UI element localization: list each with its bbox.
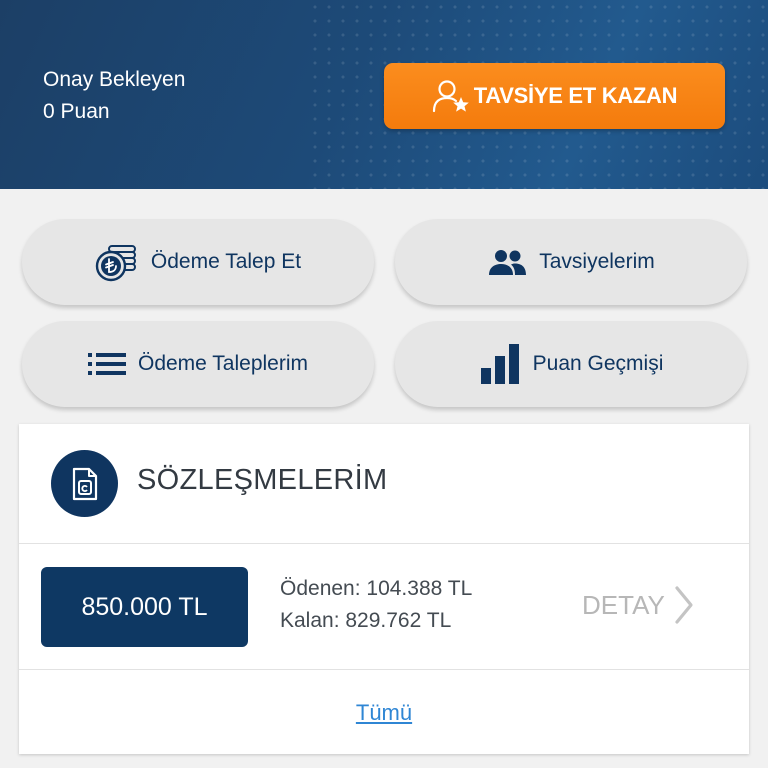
header-banner: Onay Bekleyen 0 Puan TAVSİYE ET KAZAN [0,0,768,189]
request-payment-button[interactable]: Ödeme Talep Et [22,219,374,305]
contract-detail-link[interactable]: DETAY [582,585,695,625]
points-history-label: Puan Geçmişi [532,352,664,375]
users-icon [487,248,527,276]
bar-chart-icon [479,344,521,384]
document-icon [51,450,118,517]
refer-button-label: TAVSİYE ET KAZAN [473,83,678,108]
user-star-icon [432,80,469,113]
chevron-right-icon [675,586,693,624]
contracts-header: SÖZLEŞMELERİM [19,424,749,544]
pending-label: Onay Bekleyen [43,68,186,91]
my-payment-requests-label: Ödeme Taleplerim [137,352,309,375]
my-payment-requests-button[interactable]: Ödeme Taleplerim [22,321,374,407]
pending-points: 0 Puan [43,100,110,123]
view-all-contracts-link[interactable]: Tümü [19,700,749,726]
refer-and-earn-button[interactable]: TAVSİYE ET KAZAN [384,63,725,129]
contracts-card: SÖZLEŞMELERİM 850.000 TL Ödenen: 104.388… [19,424,749,754]
pending-points-block: Onay Bekleyen 0 Puan [43,64,185,128]
contract-row[interactable]: 850.000 TL Ödenen: 104.388 TL Kalan: 829… [19,545,749,670]
my-referrals-label: Tavsiyelerim [539,250,655,273]
contract-amount: 850.000 TL [41,567,248,647]
contract-remaining: Kalan: 829.762 TL [280,609,452,632]
coin-stack-icon [95,242,139,282]
points-history-button[interactable]: Puan Geçmişi [395,321,747,407]
contracts-title: SÖZLEŞMELERİM [137,464,388,496]
my-referrals-button[interactable]: Tavsiyelerim [395,219,747,305]
contract-paid: Ödenen: 104.388 TL [280,577,473,600]
request-payment-label: Ödeme Talep Et [150,250,302,273]
detail-label: DETAY [582,589,665,620]
list-icon [87,351,126,377]
